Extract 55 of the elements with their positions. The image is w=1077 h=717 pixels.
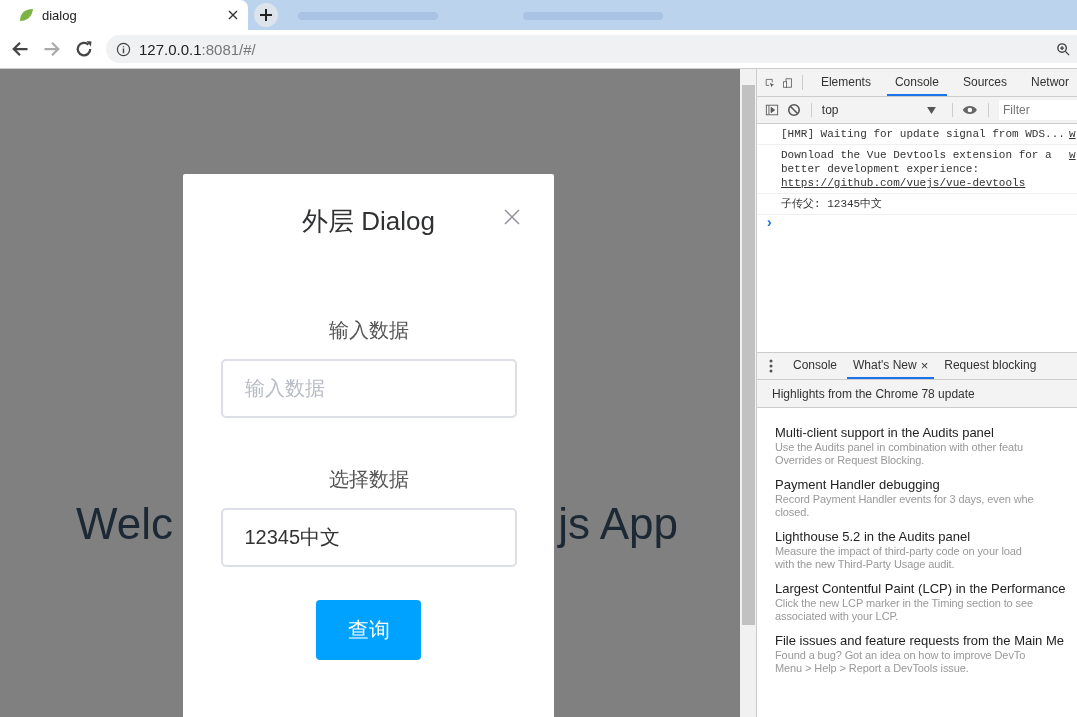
welcome-heading: Welc	[76, 498, 173, 550]
news-title[interactable]: Payment Handler debugging	[775, 476, 940, 493]
close-icon[interactable]: ×	[920, 357, 929, 373]
leaf-icon	[18, 7, 34, 23]
news-description: Menu > Help > Report a DevTools issue.	[775, 662, 969, 675]
console-prompt[interactable]: ›	[757, 215, 775, 231]
input-field[interactable]: 输入数据	[220, 359, 517, 418]
field-label: 选择数据	[328, 467, 409, 492]
console-message: [HMR] Waiting for update signal from WDS...	[781, 127, 1066, 141]
news-description: Overrides or Request Blocking.	[775, 454, 925, 467]
more-icon[interactable]	[769, 359, 773, 373]
scrollbar[interactable]	[740, 69, 756, 717]
source-link[interactable]: w	[1069, 127, 1077, 141]
news-description: closed.	[775, 506, 810, 519]
info-icon[interactable]	[116, 41, 131, 57]
console-message: 子传父: 12345中文	[781, 197, 884, 211]
console-message: Download the Vue Devtools extension for a	[781, 148, 1053, 162]
news-description: Found a bug? Got an idea on how to improve DevTo	[775, 649, 1026, 662]
news-title[interactable]: File issues and feature requests from the Main Me	[775, 632, 1065, 649]
news-title[interactable]: Largest Contentful Paint (LCP) in the Performance	[775, 580, 1066, 597]
devtools-tab[interactable]: Sources	[954, 69, 1015, 96]
news-title[interactable]: Lighthouse 5.2 in the Audits panel	[775, 528, 971, 545]
source-link[interactable]: w	[1069, 148, 1077, 190]
highlights-title: Highlights from the Chrome 78 update	[772, 386, 975, 401]
plus-icon	[260, 9, 272, 21]
welcome-heading: js App	[558, 498, 678, 550]
dialog-title: 外层 Dialog	[302, 205, 435, 238]
news-description: Click the new LCP marker in the Timing section to see	[775, 597, 1033, 610]
zoom-icon[interactable]	[1056, 41, 1071, 57]
drawer-tab[interactable]: Console	[787, 353, 844, 379]
news-description: associated with your LCP.	[775, 610, 899, 623]
console-message: better development experience:	[781, 162, 981, 176]
new-tab-button[interactable]	[254, 3, 278, 27]
news-description: Record Payment Handler events for 3 days, even whe	[775, 493, 1034, 506]
address-bar[interactable]: 127.0.0.1:8081/#/	[106, 35, 1077, 63]
filter-field[interactable]: Filter	[999, 100, 1077, 120]
caret-icon	[926, 106, 936, 114]
reload-icon[interactable]	[74, 39, 94, 59]
news-description: Measure the impact of third-party code on your load	[775, 545, 1022, 558]
field-label: 输入数据	[328, 318, 409, 343]
news-title[interactable]: Multi-client support in the Audits panel	[775, 424, 994, 441]
back-icon[interactable]	[10, 39, 30, 59]
news-description: Use the Audits panel in combination with other featu	[775, 441, 1023, 454]
browser-tab[interactable]: dialog	[0, 0, 248, 30]
context-select[interactable]: top	[821, 97, 942, 123]
devtools-tab[interactable]: Elements	[812, 69, 879, 96]
sidebar-icon[interactable]	[765, 102, 779, 118]
drawer-tab[interactable]: Request blocking	[938, 353, 1043, 379]
close-icon[interactable]	[228, 10, 238, 20]
news-description: with the new Third-Party Usage audit.	[775, 558, 955, 571]
clear-icon[interactable]	[787, 102, 801, 118]
devtools-tab[interactable]: Networ	[1023, 69, 1077, 96]
console-link[interactable]: https://github.com/vuejs/vue-devtools	[781, 176, 1069, 190]
input-field[interactable]: 12345中文	[220, 508, 517, 567]
eye-icon[interactable]	[962, 104, 979, 116]
